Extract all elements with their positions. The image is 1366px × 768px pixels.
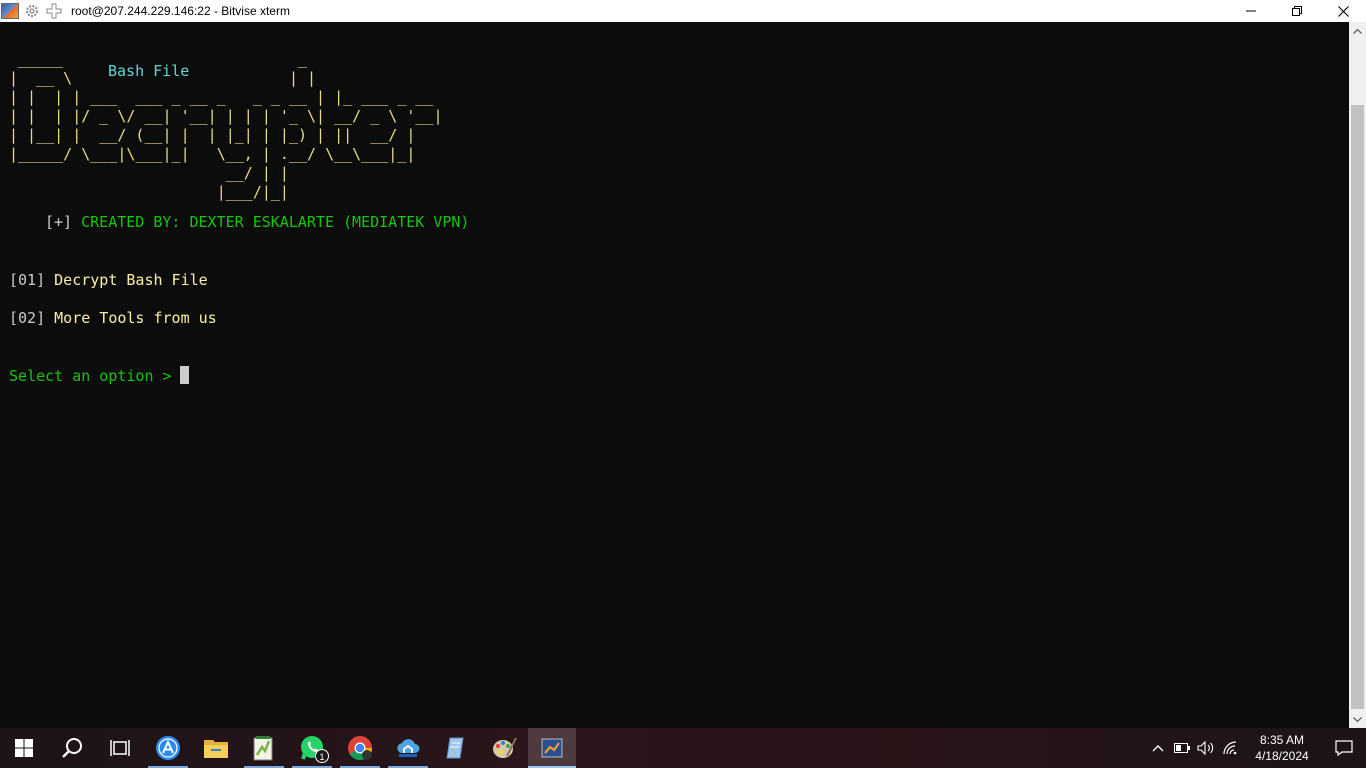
file-explorer-icon xyxy=(204,740,228,758)
file-explorer-button[interactable] xyxy=(192,728,240,768)
task-view-button[interactable] xyxy=(96,728,144,768)
menu-option-label: Decrypt Bash File xyxy=(54,271,208,289)
menu-option-number: [01] xyxy=(9,271,46,289)
search-icon xyxy=(62,738,82,758)
restore-icon xyxy=(1292,6,1302,16)
chrome-icon xyxy=(348,736,372,761)
search-button[interactable] xyxy=(48,728,96,768)
vertical-scrollbar[interactable] xyxy=(1349,22,1366,728)
scroll-up-button[interactable] xyxy=(1349,22,1366,39)
taskbar: 1 8:35 AM 4/18/2024 xyxy=(0,728,1366,768)
volume-button[interactable] xyxy=(1194,728,1218,768)
prompt-text: Select an option > xyxy=(9,367,172,385)
whatsapp-button[interactable]: 1 xyxy=(288,728,336,768)
credit-line: [+] CREATED BY: DEXTER ESKALARTE (MEDIAT… xyxy=(45,213,469,232)
restore-button[interactable] xyxy=(1274,0,1320,22)
start-icon xyxy=(15,739,33,757)
window-title: root@207.244.229.146:22 - Bitvise xterm xyxy=(71,4,290,18)
notepad-plus-icon xyxy=(253,736,273,761)
cloud-app-button[interactable] xyxy=(384,728,432,768)
paint-icon xyxy=(493,737,517,758)
paint-button[interactable] xyxy=(480,728,528,768)
menu-option-01: [01] Decrypt Bash File xyxy=(9,271,208,290)
menu-option-02: [02] More Tools from us xyxy=(9,309,217,328)
app-store-button[interactable] xyxy=(144,728,192,768)
cloud-app-icon xyxy=(397,739,420,757)
chevron-up-icon xyxy=(1152,745,1164,752)
chrome-button[interactable] xyxy=(336,728,384,768)
minimize-button[interactable] xyxy=(1228,0,1274,22)
banner-label: Bash File xyxy=(108,62,190,80)
window-controls xyxy=(1228,0,1366,22)
task-view-icon xyxy=(110,740,130,756)
credit-bracket: [+] xyxy=(45,213,73,231)
text-cursor xyxy=(179,366,189,384)
clock-time: 8:35 AM xyxy=(1259,733,1305,747)
notepad-plus-button[interactable] xyxy=(240,728,288,768)
clock[interactable]: 8:35 AM 4/18/2024 xyxy=(1242,732,1322,764)
wifi-icon xyxy=(1223,741,1237,755)
gear-icon[interactable] xyxy=(23,2,41,20)
chevron-down-icon xyxy=(1353,716,1362,722)
notification-icon xyxy=(1335,740,1353,756)
start-button[interactable] xyxy=(0,728,48,768)
scroll-thumb[interactable] xyxy=(1351,105,1364,709)
system-tray: 8:35 AM 4/18/2024 xyxy=(1146,728,1366,768)
menu-option-label: More Tools from us xyxy=(54,309,217,327)
menu-option-number: [02] xyxy=(9,309,46,327)
minimize-icon xyxy=(1246,10,1256,12)
terminal[interactable]: _____ _ | __ \ | | | | | | ___ ___ _ __ … xyxy=(0,22,1349,728)
input-prompt[interactable]: Select an option > xyxy=(9,366,189,386)
credit-text: CREATED BY: DEXTER ESKALARTE (MEDIATEK V… xyxy=(81,213,470,231)
show-hidden-icons-button[interactable] xyxy=(1146,728,1170,768)
close-icon xyxy=(1337,5,1349,17)
close-button[interactable] xyxy=(1320,0,1366,22)
notification-badge: 1 xyxy=(315,749,329,763)
ascii-art-banner: _____ _ | __ \ | | | | | | ___ ___ _ __ … xyxy=(9,50,443,201)
scroll-down-button[interactable] xyxy=(1349,711,1366,728)
battery-button[interactable] xyxy=(1170,728,1194,768)
title-bar-left: root@207.244.229.146:22 - Bitvise xterm xyxy=(0,2,290,20)
volume-icon xyxy=(1197,741,1214,755)
network-button[interactable] xyxy=(1218,728,1242,768)
bitvise-app-icon[interactable] xyxy=(1,3,19,19)
notification-center-button[interactable] xyxy=(1322,728,1366,768)
chevron-up-icon xyxy=(1353,28,1362,34)
document-app-icon xyxy=(446,737,464,759)
clock-date: 4/18/2024 xyxy=(1255,749,1309,763)
plus-icon[interactable] xyxy=(45,2,63,20)
title-bar: root@207.244.229.146:22 - Bitvise xterm xyxy=(0,0,1366,22)
app-store-icon xyxy=(156,736,180,760)
bitvise-icon xyxy=(541,738,563,758)
battery-icon xyxy=(1174,743,1190,753)
bitvise-button[interactable] xyxy=(528,728,576,768)
document-app-button[interactable] xyxy=(432,728,480,768)
